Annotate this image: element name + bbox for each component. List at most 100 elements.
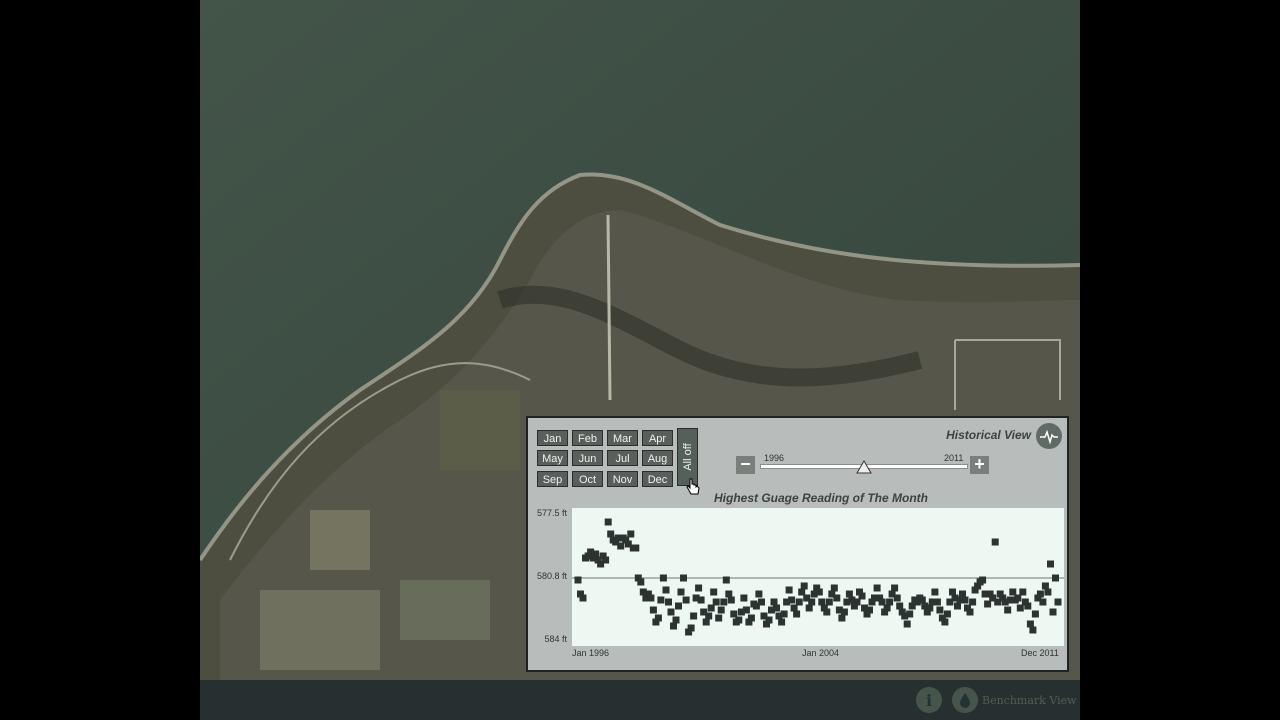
month-button-oct[interactable]: Oct [572,471,603,487]
data-point[interactable] [1049,608,1057,616]
month-button-nov[interactable]: Nov [607,471,638,487]
data-point[interactable] [705,612,713,620]
data-point[interactable] [1047,560,1054,568]
data-point[interactable] [665,598,672,606]
data-point[interactable] [592,550,600,558]
data-point[interactable] [727,596,735,604]
month-button-jan[interactable]: Jan [537,430,568,446]
data-point[interactable] [579,594,587,602]
data-point[interactable] [926,604,934,612]
data-point[interactable] [765,616,773,624]
data-point[interactable] [1041,582,1049,590]
data-point[interactable] [680,574,687,582]
data-point[interactable] [790,604,798,612]
data-point[interactable] [1019,588,1027,596]
data-point[interactable] [657,596,665,604]
data-point[interactable] [1052,574,1059,582]
month-button-sep[interactable]: Sep [537,471,568,487]
data-point[interactable] [858,592,866,600]
data-point[interactable] [1014,594,1022,602]
data-point[interactable] [954,602,961,610]
data-point[interactable] [873,584,881,592]
data-point[interactable] [662,586,670,594]
data-point[interactable] [815,588,823,596]
data-point[interactable] [667,608,675,616]
data-point[interactable] [617,542,625,550]
data-point[interactable] [695,584,703,592]
data-point[interactable] [833,594,841,602]
data-point[interactable] [1054,598,1062,606]
data-point[interactable] [725,590,733,598]
data-point[interactable] [627,530,635,538]
data-point[interactable] [798,588,806,596]
data-point[interactable] [795,598,803,606]
data-point[interactable] [735,616,743,624]
data-point[interactable] [602,556,610,564]
data-point[interactable] [747,614,755,622]
data-point[interactable] [893,594,901,602]
data-point[interactable] [758,598,765,606]
data-point[interactable] [883,604,891,612]
data-point[interactable] [818,598,826,606]
data-point[interactable] [943,610,951,618]
data-point[interactable] [886,598,894,606]
data-point[interactable] [717,606,725,614]
data-point[interactable] [722,576,730,584]
month-button-mar[interactable]: Mar [607,430,638,446]
data-point[interactable] [878,598,886,606]
data-point[interactable] [896,602,904,610]
data-point[interactable] [1026,620,1034,628]
data-point[interactable] [906,610,914,618]
historical-view-button[interactable] [1036,423,1062,449]
data-point[interactable] [697,596,705,604]
data-point[interactable] [1036,590,1044,598]
data-point[interactable] [853,598,861,606]
data-point[interactable] [687,624,695,632]
data-point[interactable] [742,606,750,614]
data-point[interactable] [788,596,796,604]
month-button-dec[interactable]: Dec [642,471,673,487]
data-point[interactable] [845,590,853,598]
data-point[interactable] [991,538,999,546]
data-point[interactable] [903,620,911,628]
data-point[interactable] [770,598,778,606]
data-point[interactable] [1029,626,1037,634]
data-point[interactable] [574,576,582,584]
data-point[interactable] [778,618,786,626]
data-point[interactable] [984,600,992,608]
data-point[interactable] [647,594,655,602]
data-point[interactable] [941,618,949,626]
data-point[interactable] [949,588,956,596]
data-point[interactable] [715,614,723,622]
data-point[interactable] [800,582,808,590]
data-point[interactable] [780,610,788,618]
info-icon[interactable]: i [916,687,942,713]
data-point[interactable] [702,618,710,626]
data-point[interactable] [672,616,680,624]
data-point[interactable] [1044,588,1052,596]
data-point[interactable] [918,596,926,604]
data-point[interactable] [979,576,987,584]
data-point[interactable] [607,530,615,538]
data-point[interactable] [654,614,662,622]
data-point[interactable] [891,584,899,592]
data-point[interactable] [670,622,677,630]
data-point[interactable] [1016,604,1024,612]
data-point[interactable] [659,574,667,582]
month-button-jul[interactable]: Jul [607,450,638,466]
data-point[interactable] [1004,606,1012,614]
data-point[interactable] [707,604,715,612]
benchmark-view-label[interactable]: Benchmark View [982,694,1077,707]
data-point[interactable] [785,586,793,594]
data-point[interactable] [773,604,780,612]
data-point[interactable] [604,518,612,526]
data-point[interactable] [1009,588,1017,596]
data-point[interactable] [969,598,977,606]
data-point[interactable] [823,608,831,616]
data-point[interactable] [866,606,873,614]
data-point[interactable] [755,590,763,598]
data-point[interactable] [805,604,813,612]
data-point[interactable] [637,578,645,586]
data-point[interactable] [959,590,966,598]
data-point[interactable] [682,596,690,604]
